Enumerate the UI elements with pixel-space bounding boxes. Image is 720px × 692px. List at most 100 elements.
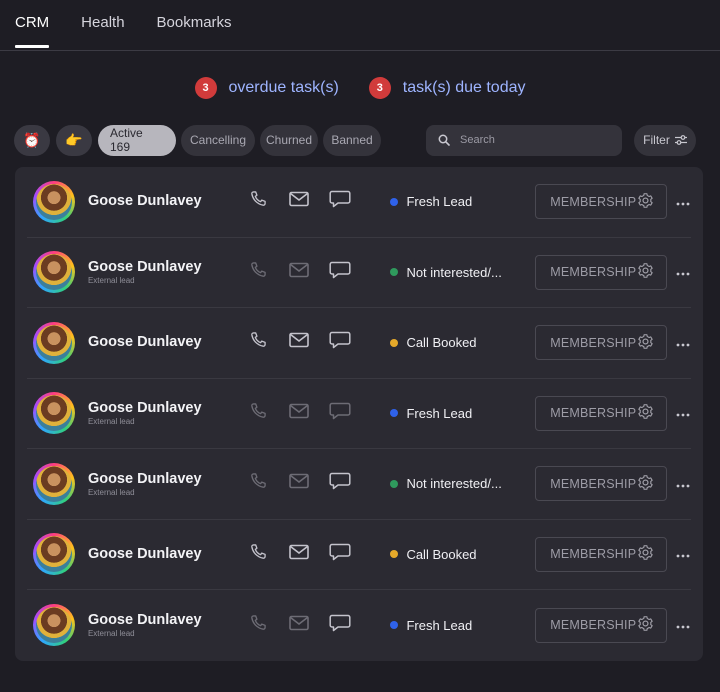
table-row[interactable]: Goose Dunlavey External lead Not interes…	[27, 449, 691, 520]
membership-button[interactable]: MEMBERSHIP	[535, 325, 668, 361]
phone-icon	[248, 260, 268, 285]
table-row[interactable]: Goose Dunlavey Fresh Lead MEMBERSHIP	[27, 167, 691, 238]
search-placeholder: Search	[460, 134, 495, 146]
table-row[interactable]: Goose Dunlavey External lead Fresh Lead …	[27, 379, 691, 449]
pointing-hand-filter-button[interactable]: 👉	[56, 124, 92, 156]
lead-name[interactable]: Goose Dunlavey	[88, 193, 246, 209]
membership-button[interactable]: MEMBERSHIP	[535, 395, 668, 431]
avatar[interactable]	[33, 321, 75, 364]
more-horizontal-icon	[676, 193, 690, 211]
more-options-button[interactable]	[675, 545, 691, 563]
gear-icon	[637, 192, 654, 212]
phone-button[interactable]	[246, 613, 270, 637]
gear-icon	[637, 615, 654, 635]
lead-name-block: Goose Dunlavey External lead	[88, 612, 246, 638]
more-horizontal-icon	[676, 404, 690, 422]
filter-button[interactable]: Filter	[634, 124, 696, 156]
lead-status[interactable]: Call Booked	[390, 547, 535, 562]
message-button[interactable]	[328, 401, 352, 425]
membership-button[interactable]: MEMBERSHIP	[535, 254, 668, 290]
search-input[interactable]: Search	[426, 124, 622, 156]
email-button[interactable]	[287, 472, 311, 496]
lead-name[interactable]: Goose Dunlavey	[88, 546, 246, 562]
filter-cancelling[interactable]: Cancelling	[181, 124, 255, 156]
more-options-button[interactable]	[675, 263, 691, 281]
status-dot	[390, 621, 399, 630]
tab-crm[interactable]: CRM	[15, 0, 50, 50]
filter-bar: ⏰ 👉 Active 169 Cancelling Churned Banned…	[14, 124, 696, 156]
avatar[interactable]	[33, 533, 75, 576]
alarm-clock-filter-button[interactable]: ⏰	[14, 124, 50, 156]
membership-label: MEMBERSHIP	[550, 194, 637, 209]
lead-status[interactable]: Not interested/...	[390, 265, 535, 280]
table-row[interactable]: Goose Dunlavey Call Booked MEMBERSHIP	[27, 308, 691, 379]
email-button[interactable]	[287, 260, 311, 284]
overdue-tasks-link[interactable]: 3 overdue task(s)	[194, 77, 339, 99]
avatar[interactable]	[33, 462, 75, 505]
lead-name[interactable]: Goose Dunlavey	[88, 400, 246, 416]
table-row[interactable]: Goose Dunlavey External lead Fresh Lead …	[27, 590, 691, 661]
phone-button[interactable]	[246, 401, 270, 425]
table-row[interactable]: Goose Dunlavey Call Booked MEMBERSHIP	[27, 520, 691, 590]
message-button[interactable]	[328, 190, 352, 214]
table-row[interactable]: Goose Dunlavey External lead Not interes…	[27, 238, 691, 308]
more-options-button[interactable]	[675, 475, 691, 493]
avatar[interactable]	[33, 392, 75, 435]
avatar[interactable]	[33, 251, 75, 294]
membership-button[interactable]: MEMBERSHIP	[535, 536, 668, 572]
chat-bubble-icon	[329, 261, 351, 284]
lead-status[interactable]: Call Booked	[390, 335, 535, 350]
phone-icon	[248, 542, 268, 567]
lead-name[interactable]: Goose Dunlavey	[88, 259, 246, 275]
lead-name[interactable]: Goose Dunlavey	[88, 612, 246, 628]
membership-button[interactable]: MEMBERSHIP	[535, 607, 668, 643]
email-button[interactable]	[287, 613, 311, 637]
phone-button[interactable]	[246, 260, 270, 284]
lead-status[interactable]: Not interested/...	[390, 476, 535, 491]
email-button[interactable]	[287, 190, 311, 214]
message-button[interactable]	[328, 613, 352, 637]
lead-name[interactable]: Goose Dunlavey	[88, 334, 246, 350]
message-button[interactable]	[328, 542, 352, 566]
avatar[interactable]	[33, 180, 75, 223]
message-button[interactable]	[328, 260, 352, 284]
membership-button[interactable]: MEMBERSHIP	[535, 184, 668, 220]
filter-active[interactable]: Active 169	[98, 124, 176, 156]
avatar[interactable]	[33, 604, 75, 647]
tab-health[interactable]: Health	[81, 0, 124, 50]
lead-name-block: Goose Dunlavey External lead	[88, 400, 246, 426]
more-options-button[interactable]	[675, 193, 691, 211]
email-button[interactable]	[287, 401, 311, 425]
mail-icon	[288, 191, 309, 212]
message-button[interactable]	[328, 331, 352, 355]
phone-button[interactable]	[246, 331, 270, 355]
tab-bookmarks[interactable]: Bookmarks	[157, 0, 232, 50]
phone-button[interactable]	[246, 190, 270, 214]
due-today-tasks-link[interactable]: 3 task(s) due today	[368, 77, 526, 99]
lead-source: External lead	[87, 629, 135, 639]
status-dot	[390, 338, 399, 347]
more-options-button[interactable]	[675, 404, 691, 422]
more-options-button[interactable]	[675, 334, 691, 352]
lead-source: External lead	[87, 487, 135, 497]
membership-label: MEMBERSHIP	[550, 406, 637, 421]
lead-status[interactable]: Fresh Lead	[390, 194, 535, 209]
gear-icon	[637, 333, 654, 353]
filter-banned[interactable]: Banned	[323, 124, 381, 156]
lead-name-block: Goose Dunlavey External lead	[88, 471, 246, 497]
phone-button[interactable]	[246, 542, 270, 566]
phone-button[interactable]	[246, 472, 270, 496]
filter-churned[interactable]: Churned	[260, 124, 318, 156]
contact-actions	[246, 260, 391, 284]
message-button[interactable]	[328, 472, 352, 496]
lead-name-block: Goose Dunlavey	[88, 193, 246, 210]
status-dot	[390, 197, 399, 206]
email-button[interactable]	[287, 542, 311, 566]
status-dot	[390, 479, 399, 488]
lead-name[interactable]: Goose Dunlavey	[88, 471, 246, 487]
email-button[interactable]	[287, 331, 311, 355]
membership-button[interactable]: MEMBERSHIP	[535, 466, 668, 502]
lead-status[interactable]: Fresh Lead	[390, 618, 535, 633]
lead-status[interactable]: Fresh Lead	[390, 406, 535, 421]
more-options-button[interactable]	[675, 616, 691, 634]
